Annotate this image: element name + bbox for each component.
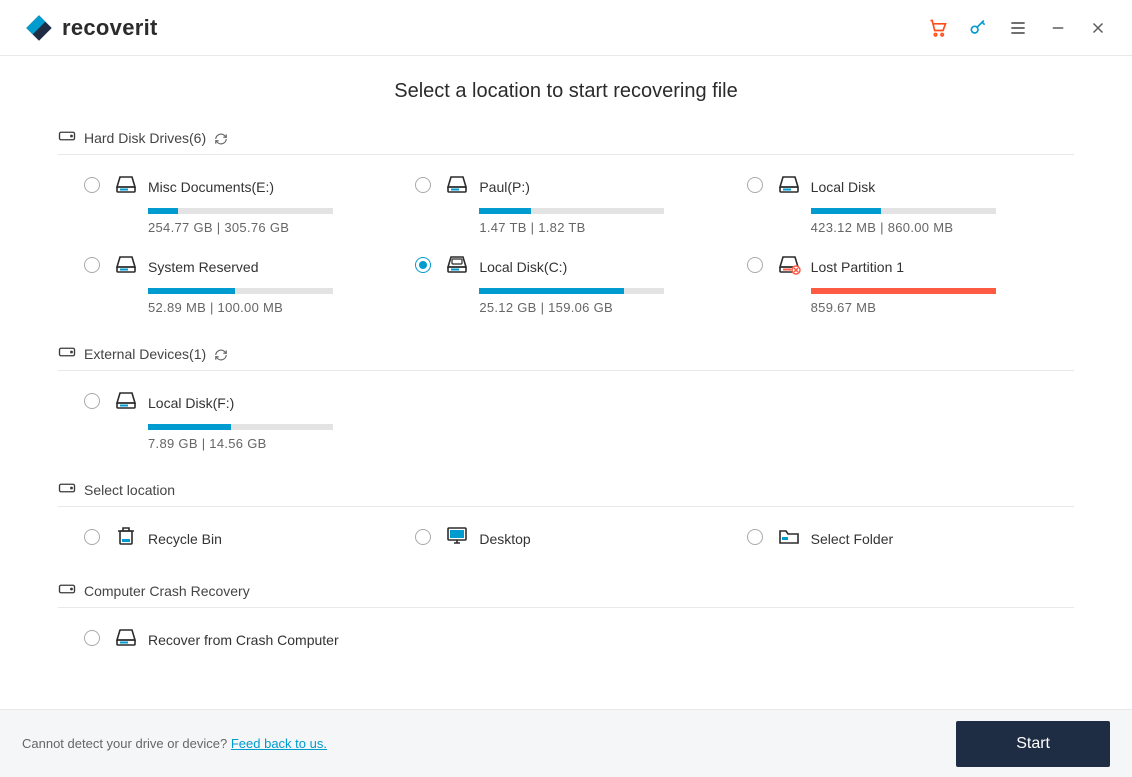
usage-bar [148,208,333,214]
footer: Cannot detect your drive or device? Feed… [0,709,1132,777]
section-crash-label: Computer Crash Recovery [84,583,250,599]
drive-name: System Reserved [148,259,258,275]
drive-radio[interactable] [415,257,431,273]
location-name: Recycle Bin [148,531,222,547]
section-hdd-header: Hard Disk Drives(6) [58,121,1074,155]
crash-radio[interactable] [84,630,100,646]
usage-bar [479,208,664,214]
location-radio[interactable] [747,529,763,545]
section-sel-header: Select location [58,473,1074,507]
crash-grid: Recover from Crash Computer [58,608,1074,675]
drive-name: Local Disk(C:) [479,259,567,275]
menu-icon[interactable] [1008,18,1028,38]
drive-radio[interactable] [747,177,763,193]
drive-name: Local Disk(F:) [148,395,234,411]
page-title: Select a location to start recovering fi… [58,80,1074,103]
refresh-icon[interactable] [214,129,228,145]
location-name: Desktop [479,531,530,547]
location-radio[interactable] [84,529,100,545]
feedback-link[interactable]: Feed back to us. [231,736,327,751]
usage-bar [148,288,333,294]
usage-bar [811,288,996,294]
drive-radio[interactable] [415,177,431,193]
drive-item[interactable]: Lost Partition 1 859.67 MB [747,253,1048,315]
drive-name: Local Disk [811,179,876,195]
drive-meta: 423.12 MB | 860.00 MB [811,220,1048,235]
drive-radio[interactable] [84,177,100,193]
crash-section-icon [58,582,76,599]
crash-label: Recover from Crash Computer [148,632,339,648]
section-hdd-label: Hard Disk Drives(6) [84,130,206,146]
drive-item[interactable]: Paul(P:) 1.47 TB | 1.82 TB [415,173,716,235]
drive-meta: 52.89 MB | 100.00 MB [148,300,385,315]
drive-radio[interactable] [84,393,100,409]
drive-icon [114,389,138,416]
hdd-section-icon [58,129,76,146]
section-crash-header: Computer Crash Recovery [58,574,1074,608]
refresh-ext-icon[interactable] [214,345,228,361]
location-item[interactable]: Desktop [415,525,716,552]
drive-icon [114,626,138,653]
drive-name: Lost Partition 1 [811,259,904,275]
bin-icon [114,525,138,552]
location-item[interactable]: Select Folder [747,525,1048,552]
drive-icon [445,253,469,280]
drive-item[interactable]: Local Disk(F:) 7.89 GB | 14.56 GB [84,389,385,451]
ext-section-icon [58,345,76,362]
hdd-grid: Misc Documents(E:) 254.77 GB | 305.76 GB P… [58,155,1074,337]
ext-grid: Local Disk(F:) 7.89 GB | 14.56 GB [58,371,1074,473]
page-body: Select a location to start recovering fi… [0,56,1132,675]
drive-radio[interactable] [84,257,100,273]
close-icon[interactable] [1088,18,1108,38]
start-button[interactable]: Start [956,721,1110,767]
drive-item[interactable]: Local Disk 423.12 MB | 860.00 MB [747,173,1048,235]
drive-item[interactable]: System Reserved 52.89 MB | 100.00 MB [84,253,385,315]
drive-radio[interactable] [747,257,763,273]
app-name: recoverit [62,15,158,41]
location-item[interactable]: Recycle Bin [84,525,385,552]
lost-drive-icon [777,253,801,280]
drive-meta: 25.12 GB | 159.06 GB [479,300,716,315]
crash-recovery-item[interactable]: Recover from Crash Computer [84,626,385,653]
cart-icon[interactable] [928,18,948,38]
drive-item[interactable]: Local Disk(C:) 25.12 GB | 159.06 GB [415,253,716,315]
location-name: Select Folder [811,531,893,547]
drive-meta: 859.67 MB [811,300,1048,315]
usage-bar [148,424,333,430]
location-grid: Recycle Bin Desktop Select Folder [58,507,1074,574]
drive-item[interactable]: Misc Documents(E:) 254.77 GB | 305.76 GB [84,173,385,235]
section-sel-label: Select location [84,482,175,498]
footer-prompt: Cannot detect your drive or device? [22,736,231,751]
logo-icon [24,13,54,43]
footer-text: Cannot detect your drive or device? Feed… [22,736,327,751]
location-radio[interactable] [415,529,431,545]
drive-icon [777,173,801,200]
section-ext-header: External Devices(1) [58,337,1074,371]
titlebar: recoverit [0,0,1132,56]
folder-icon [777,525,801,552]
desktop-icon [445,525,469,552]
drive-name: Paul(P:) [479,179,530,195]
minimize-icon[interactable] [1048,18,1068,38]
sel-section-icon [58,481,76,498]
usage-bar [479,288,664,294]
key-icon[interactable] [968,18,988,38]
app-logo: recoverit [24,13,158,43]
drive-meta: 1.47 TB | 1.82 TB [479,220,716,235]
drive-name: Misc Documents(E:) [148,179,274,195]
drive-icon [445,173,469,200]
drive-icon [114,173,138,200]
drive-meta: 7.89 GB | 14.56 GB [148,436,385,451]
titlebar-actions [928,18,1108,38]
section-ext-label: External Devices(1) [84,346,206,362]
drive-meta: 254.77 GB | 305.76 GB [148,220,385,235]
usage-bar [811,208,996,214]
drive-icon [114,253,138,280]
